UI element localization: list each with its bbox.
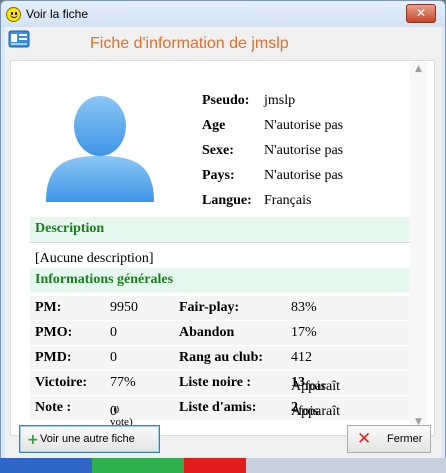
dialog-client: Fiche d'information de jmslp Pseudo: jmsl… <box>5 27 442 470</box>
description-heading: Description <box>30 217 416 242</box>
field-pseudo: Pseudo: jmslp <box>202 93 296 108</box>
general-info-heading: Informations générales <box>30 268 416 293</box>
avatar-icon <box>46 96 154 202</box>
profile-panel: Pseudo: jmslp Age N'autorise pas Sexe: N'au… <box>10 60 435 436</box>
plus-icon: + <box>27 432 39 448</box>
field-sexe: Sexe: N'autorise pas <box>202 143 344 158</box>
description-text: [Aucune description] <box>35 251 154 266</box>
contact-card-icon <box>8 30 30 48</box>
info-row: PM: 9950 Fair-play: 83% <box>30 296 412 320</box>
field-pays: Pays: N'autorise pas <box>202 168 344 183</box>
info-row: Victoire: 77% Liste noire : Apparaît 13 … <box>30 371 412 395</box>
close-button[interactable]: ✕ Fermer <box>347 425 431 453</box>
field-langue: Langue: Français <box>202 193 312 208</box>
info-row: PMD: 0 Rang au club: 412 <box>30 346 412 370</box>
field-age: Age N'autorise pas <box>202 118 344 133</box>
info-row: PMO: 0 Abandon 17% <box>30 321 412 345</box>
vertical-scrollbar[interactable]: ▲ ▼ <box>410 62 427 430</box>
window-title: Voir la fiche <box>26 7 89 21</box>
title-bar[interactable]: Voir la fiche ✕ <box>1 1 445 27</box>
info-row: Note : 0 (0 vote) Liste d'amis: Apparaît… <box>30 396 412 428</box>
scroll-up-icon[interactable]: ▲ <box>410 62 427 77</box>
view-other-profile-button[interactable]: + Voir une autre fiche <box>19 425 160 453</box>
close-x-icon: ✕ <box>357 429 372 449</box>
profile-window: Voir la fiche ✕ Fiche d'information de j… <box>0 0 446 473</box>
window-close-button[interactable]: ✕ <box>406 4 436 23</box>
page-title: Fiche d'information de jmslp <box>90 35 289 52</box>
smiley-icon <box>6 7 21 22</box>
